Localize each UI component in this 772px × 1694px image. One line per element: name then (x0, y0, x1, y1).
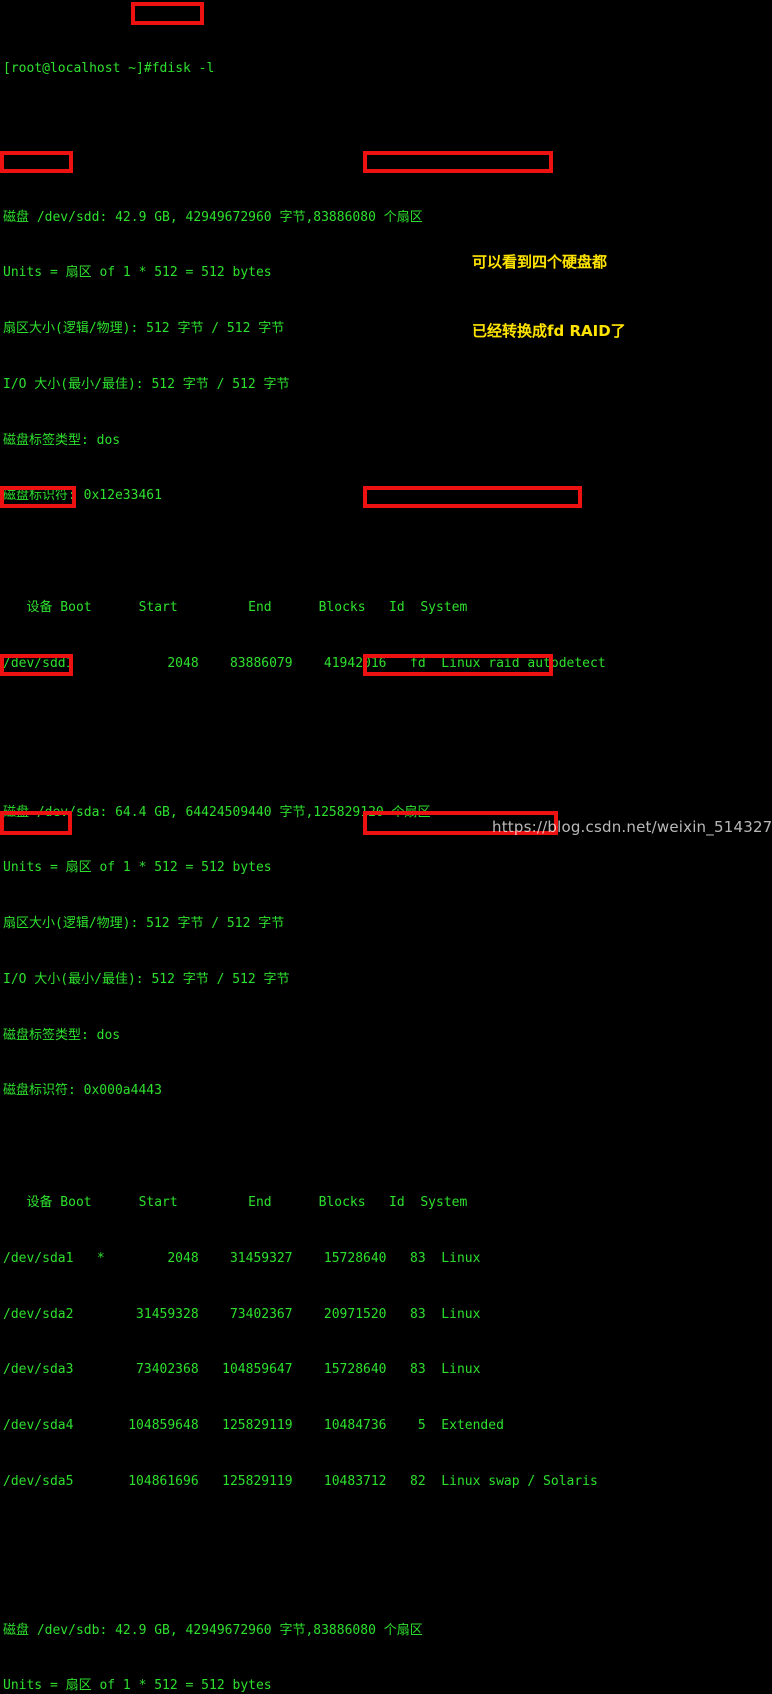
partition-row: /dev/sdd1 2048 83886079 41942016 fd Linu… (3, 655, 606, 671)
disk-units: Units = 扇区 of 1 * 512 = 512 bytes (3, 860, 272, 876)
watermark-text: https://blog.csdn.net/weixin_51432770 (492, 818, 772, 836)
partition-row: /dev/sda1 * 2048 31459327 15728640 83 Li… (3, 1250, 481, 1266)
command-text[interactable]: fdisk -l (152, 61, 215, 76)
disk-sector-size: 扇区大小(逻辑/物理): 512 字节 / 512 字节 (3, 916, 285, 932)
annotation-line-1: 可以看到四个硬盘都 (472, 253, 608, 271)
terminal-output: [root@localhost ~]#fdisk -l 磁盘 /dev/sdd:… (0, 0, 772, 1693)
disk-sector-size: 扇区大小(逻辑/物理): 512 字节 / 512 字节 (3, 321, 285, 337)
partition-row: /dev/sda5 104861696 125829119 10483712 8… (3, 1473, 598, 1489)
shell-prompt: [root@localhost ~]# (3, 60, 152, 76)
partition-row: /dev/sda3 73402368 104859647 15728640 83… (3, 1362, 481, 1378)
partition-row: /dev/sda4 104859648 125829119 10484736 5… (3, 1418, 504, 1434)
disk-identifier: 磁盘标识符: 0x000a4443 (3, 1083, 162, 1099)
annotation-line-2: 已经转换成fd RAID了 (472, 322, 626, 340)
annotation-note: 可以看到四个硬盘都 已经转换成fd RAID了 (472, 205, 626, 366)
disk-label-type: 磁盘标签类型: dos (3, 432, 121, 448)
command-line: [root@localhost ~]#fdisk -l (3, 60, 772, 79)
disk-label-type: 磁盘标签类型: dos (3, 1027, 121, 1043)
partition-row: /dev/sda2 31459328 73402367 20971520 83 … (3, 1306, 481, 1322)
disk-summary: 磁盘 /dev/sdb: 42.9 GB, 42949672960 字节,838… (3, 1622, 423, 1638)
partition-table-header: 设备 Boot Start End Blocks Id System (3, 1195, 468, 1210)
disk-summary: 磁盘 /dev/sdd: 42.9 GB, 42949672960 字节,838… (3, 209, 423, 225)
disk-io-size: I/O 大小(最小/最佳): 512 字节 / 512 字节 (3, 376, 290, 392)
disk-identifier: 磁盘标识符: 0x12e33461 (3, 488, 162, 504)
partition-table-header: 设备 Boot Start End Blocks Id System (3, 600, 468, 615)
disk-units: Units = 扇区 of 1 * 512 = 512 bytes (3, 1678, 272, 1694)
disk-units: Units = 扇区 of 1 * 512 = 512 bytes (3, 265, 272, 281)
disk-io-size: I/O 大小(最小/最佳): 512 字节 / 512 字节 (3, 971, 290, 987)
